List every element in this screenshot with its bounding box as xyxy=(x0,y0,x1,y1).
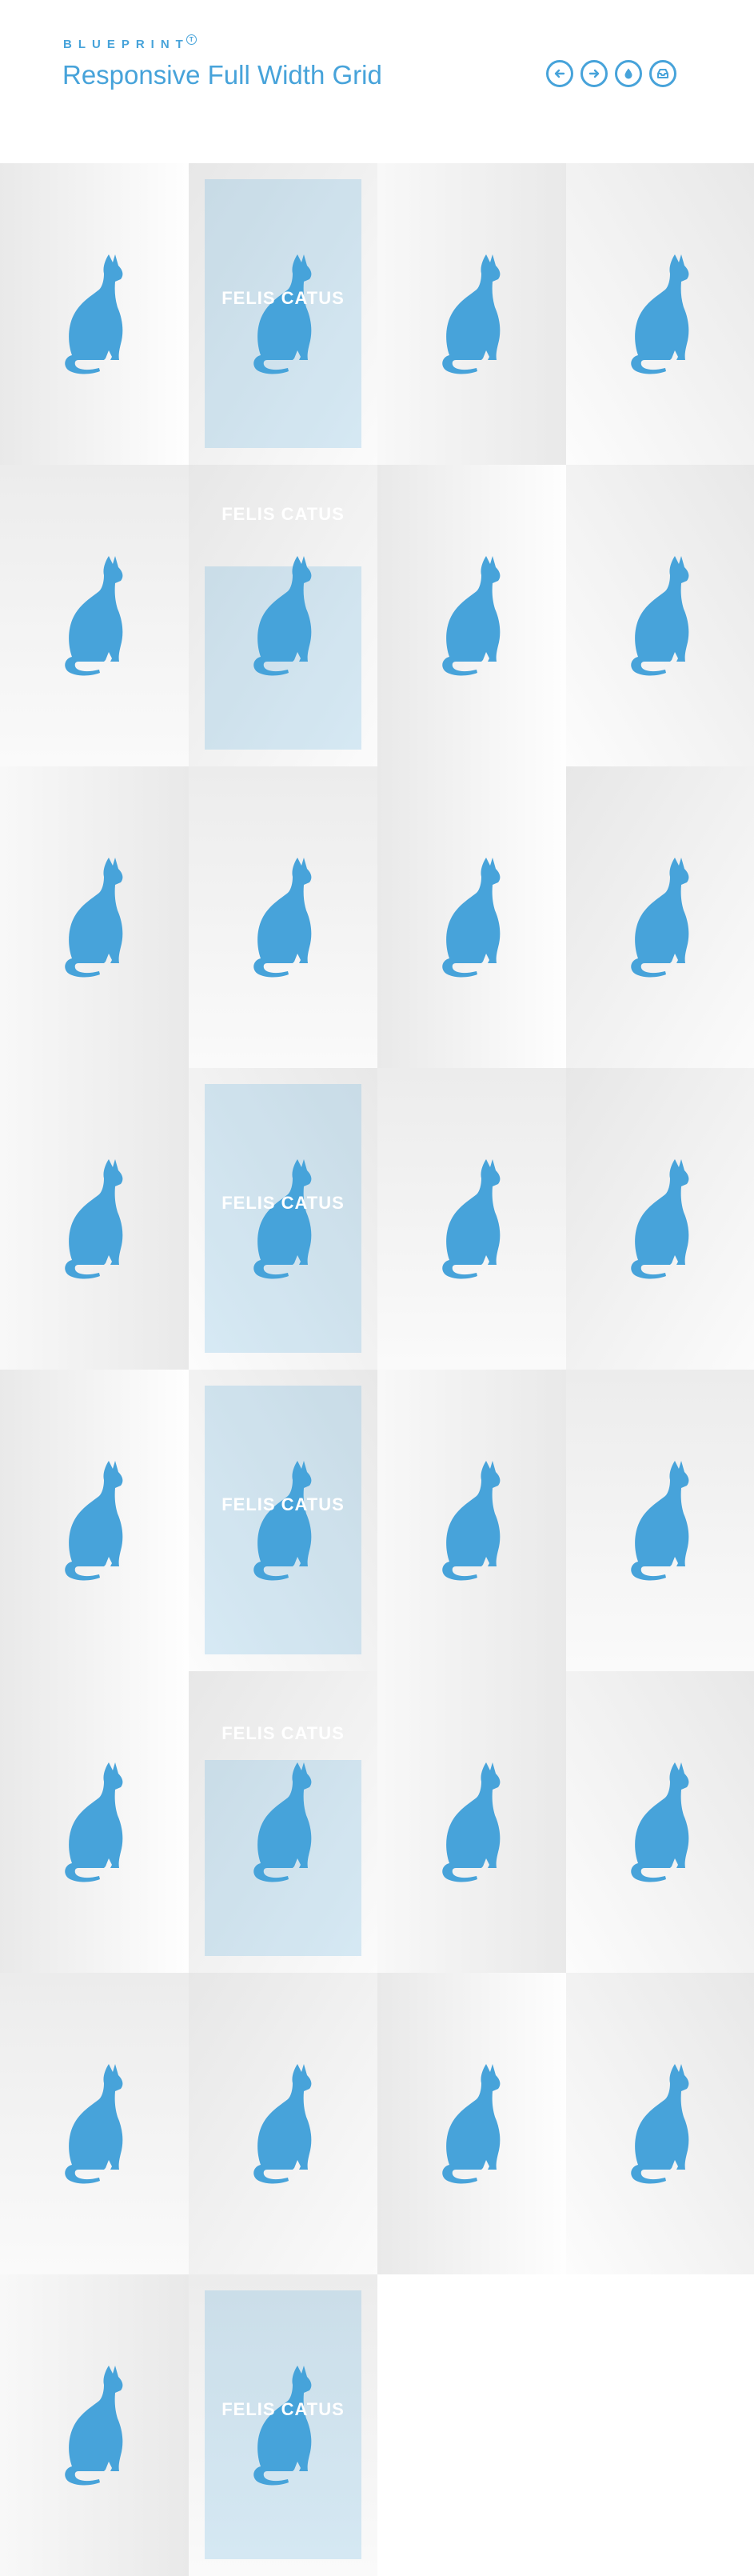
grid-item[interactable] xyxy=(566,1973,754,2274)
grid-item[interactable] xyxy=(377,766,566,1068)
grid-item[interactable]: FELIS CATUS xyxy=(189,1370,377,1671)
grid-item[interactable] xyxy=(377,465,566,766)
cat-silhouette-icon xyxy=(62,1458,126,1582)
grid-item[interactable] xyxy=(189,766,377,1068)
archive-button[interactable] xyxy=(649,60,676,87)
cat-silhouette-icon xyxy=(251,2061,315,2185)
cat-silhouette-icon xyxy=(440,553,504,677)
caption-label: FELIS CATUS xyxy=(221,1494,345,1514)
caption-overlay xyxy=(205,2290,361,2559)
grid-item[interactable] xyxy=(0,1671,189,1973)
caption-overlay xyxy=(205,566,361,750)
grid-item[interactable] xyxy=(566,465,754,766)
cat-silhouette-icon xyxy=(628,2061,692,2185)
codrops-button[interactable] xyxy=(615,60,642,87)
grid-item[interactable] xyxy=(0,1973,189,2274)
cat-silhouette-icon xyxy=(62,1759,126,1883)
page-title: Responsive Full Width Grid xyxy=(62,60,382,90)
grid-item[interactable] xyxy=(566,1671,754,1973)
brand-logo[interactable]: BLUEPRINT T xyxy=(63,34,197,51)
cat-silhouette-icon xyxy=(251,854,315,978)
cat-silhouette-icon xyxy=(440,1458,504,1582)
archive-icon xyxy=(657,69,668,78)
grid-item[interactable] xyxy=(189,1973,377,2274)
brand-mark-icon: T xyxy=(186,34,197,45)
grid-item[interactable] xyxy=(377,1671,566,1973)
caption-label: FELIS CATUS xyxy=(221,1193,345,1213)
brand-name: BLUEPRINT xyxy=(63,38,189,51)
caption-label: FELIS CATUS xyxy=(221,1723,345,1743)
caption-label: FELIS CATUS xyxy=(221,2399,345,2419)
grid-item[interactable] xyxy=(566,1370,754,1671)
grid-item[interactable] xyxy=(377,1068,566,1370)
previous-demo-button[interactable] xyxy=(546,60,573,87)
cat-silhouette-icon xyxy=(628,854,692,978)
cat-silhouette-icon xyxy=(440,854,504,978)
cat-silhouette-icon xyxy=(62,553,126,677)
grid-item[interactable] xyxy=(0,766,189,1068)
cat-silhouette-icon xyxy=(628,553,692,677)
cat-silhouette-icon xyxy=(440,251,504,375)
grid-item[interactable] xyxy=(377,1370,566,1671)
grid-item[interactable]: FELIS CATUS xyxy=(189,465,377,766)
demo-nav xyxy=(546,60,676,87)
page-header: BLUEPRINT T Responsive Full Width Grid xyxy=(0,0,754,163)
caption-overlay xyxy=(205,1760,361,1956)
cat-silhouette-icon xyxy=(62,251,126,375)
cat-silhouette-icon xyxy=(62,854,126,978)
grid-item[interactable] xyxy=(377,1973,566,2274)
cat-silhouette-icon xyxy=(628,251,692,375)
next-demo-button[interactable] xyxy=(580,60,608,87)
caption-label: FELIS CATUS xyxy=(221,288,345,308)
arrow-left-icon xyxy=(554,69,565,78)
arrow-right-icon xyxy=(588,69,600,78)
drop-icon xyxy=(624,68,632,79)
grid-item[interactable] xyxy=(566,1068,754,1370)
grid-item[interactable] xyxy=(0,2274,189,2576)
cat-silhouette-icon xyxy=(62,2061,126,2185)
caption-overlay xyxy=(205,1386,361,1654)
caption-overlay xyxy=(205,179,361,448)
cat-silhouette-icon xyxy=(440,2061,504,2185)
grid-item[interactable]: FELIS CATUS xyxy=(189,2274,377,2576)
grid-item[interactable]: FELIS CATUS xyxy=(189,1671,377,1973)
grid-item[interactable] xyxy=(566,766,754,1068)
cat-silhouette-icon xyxy=(628,1156,692,1280)
grid-item[interactable] xyxy=(377,163,566,465)
cat-silhouette-icon xyxy=(440,1759,504,1883)
caption-overlay xyxy=(205,1084,361,1353)
cat-silhouette-icon xyxy=(440,1156,504,1280)
grid-item[interactable] xyxy=(566,163,754,465)
grid-item[interactable] xyxy=(0,1068,189,1370)
grid-item[interactable]: FELIS CATUS xyxy=(189,163,377,465)
cat-grid: FELIS CATUS FELIS CATUS FELIS CATUS FELI… xyxy=(0,163,754,2576)
caption-label: FELIS CATUS xyxy=(221,504,345,524)
cat-silhouette-icon xyxy=(62,2362,126,2486)
grid-item[interactable]: FELIS CATUS xyxy=(189,1068,377,1370)
cat-silhouette-icon xyxy=(628,1759,692,1883)
grid-item[interactable] xyxy=(0,1370,189,1671)
grid-item[interactable] xyxy=(0,163,189,465)
grid-item[interactable] xyxy=(0,465,189,766)
cat-silhouette-icon xyxy=(62,1156,126,1280)
cat-silhouette-icon xyxy=(628,1458,692,1582)
